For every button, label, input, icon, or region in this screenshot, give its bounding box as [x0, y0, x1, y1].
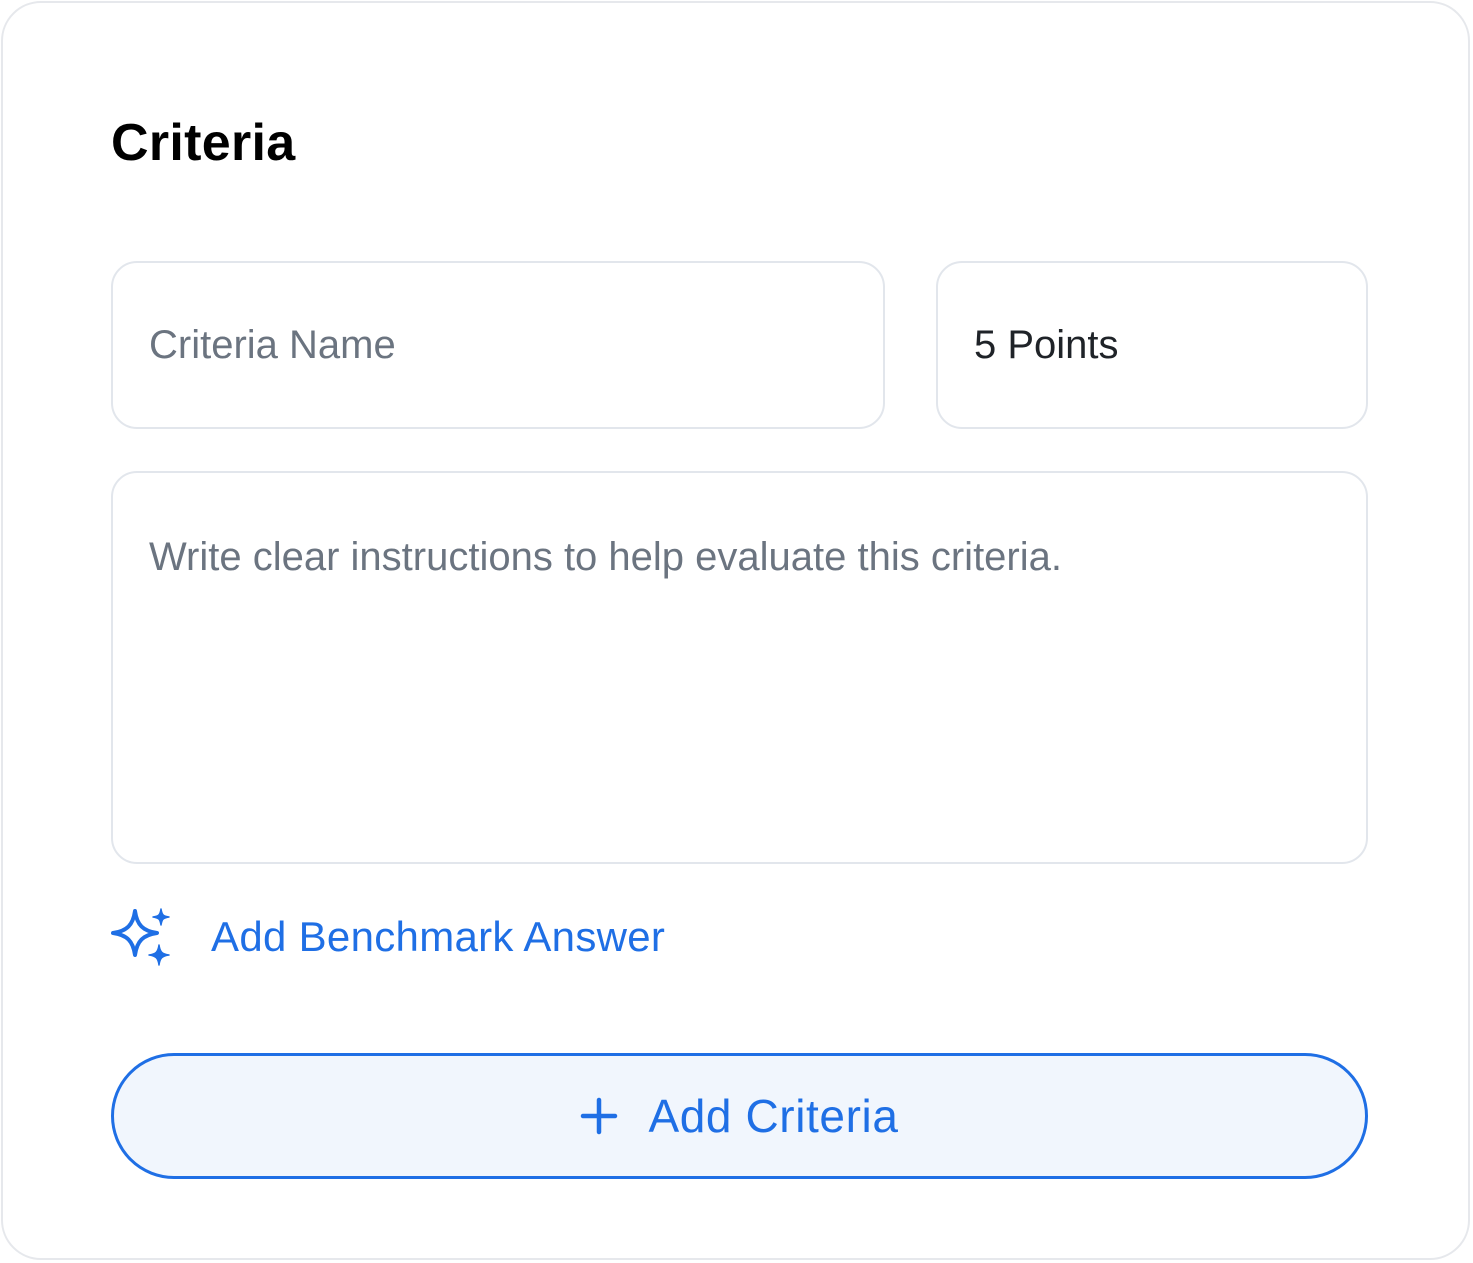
plus-icon — [580, 1097, 618, 1135]
criteria-name-input[interactable] — [111, 261, 885, 429]
criteria-card: Criteria Add Benchmark Answer Add Criter… — [1, 1, 1470, 1260]
add-benchmark-answer-link[interactable]: Add Benchmark Answer — [109, 903, 665, 971]
instructions-textarea[interactable] — [111, 471, 1368, 864]
add-criteria-label: Add Criteria — [648, 1090, 899, 1142]
add-criteria-button[interactable]: Add Criteria — [111, 1053, 1368, 1179]
add-benchmark-answer-label: Add Benchmark Answer — [211, 913, 666, 960]
points-input[interactable] — [936, 261, 1368, 429]
sparkles-icon — [109, 905, 173, 969]
section-title: Criteria — [111, 114, 296, 172]
